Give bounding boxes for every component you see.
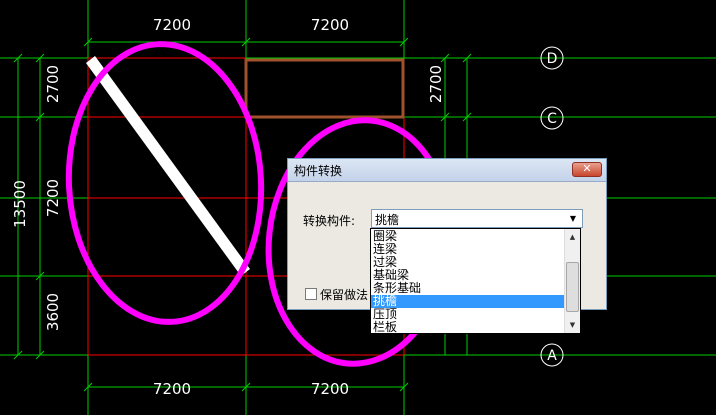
axis-label-c: C [547, 111, 557, 127]
dim-top-right: 7200 [311, 16, 349, 34]
convert-member-combobox[interactable]: 挑檐 ▼ [371, 209, 583, 228]
combobox-value: 挑檐 [375, 213, 400, 227]
axis-label-d: D [547, 51, 558, 67]
chevron-down-icon: ▼ [569, 321, 576, 329]
scroll-up-button[interactable]: ▲ [565, 230, 580, 244]
dim-right-top: 2700 [427, 65, 445, 103]
dim-left-total: 13500 [11, 180, 29, 228]
diagonal-member-highlight[interactable] [86, 56, 250, 276]
dim-left-middle: 7200 [44, 179, 62, 217]
dropdown-option[interactable]: 圈梁 [371, 230, 564, 243]
dropdown-options: 圈梁 连梁 过梁 基础梁 条形基础 挑檐 压顶 栏板 [371, 230, 564, 334]
axis-label-a: A [547, 348, 557, 364]
chevron-up-icon: ▲ [569, 233, 576, 241]
member-type-dropdown-list[interactable]: 圈梁 连梁 过梁 基础梁 条形基础 挑檐 压顶 栏板 ▲ ▼ [370, 228, 581, 334]
keep-method-checkbox[interactable] [305, 288, 317, 300]
cad-viewport[interactable]: D C A 7200 7200 7200 7200 2700 7200 3600… [0, 0, 716, 415]
dim-bottom-left: 7200 [153, 380, 191, 398]
dim-top-left: 7200 [153, 16, 191, 34]
dropdown-option[interactable]: 压顶 [371, 308, 564, 321]
close-icon: ✕ [582, 162, 592, 175]
dialog-title: 构件转换 [294, 164, 343, 178]
dropdown-scrollbar[interactable]: ▲ ▼ [564, 229, 580, 333]
dim-left-bottom: 3600 [44, 293, 62, 331]
convert-member-label: 转换构件: [303, 214, 356, 228]
chevron-down-icon[interactable]: ▼ [566, 211, 580, 226]
dialog-titlebar[interactable]: 构件转换 ✕ [288, 159, 606, 182]
dim-left-top: 2700 [44, 65, 62, 103]
dropdown-option[interactable]: 栏板 [371, 321, 564, 334]
close-button[interactable]: ✕ [572, 162, 602, 177]
annotation-ellipse-left [65, 41, 265, 325]
dropdown-option[interactable]: 条形基础 [371, 282, 564, 295]
keep-method-label[interactable]: 保留做法 [320, 286, 368, 303]
scroll-down-button[interactable]: ▼ [565, 318, 580, 332]
dropdown-option[interactable]: 挑檐 [371, 295, 564, 308]
selected-beam-rectangle[interactable] [244, 58, 405, 119]
dropdown-option[interactable]: 连梁 [371, 243, 564, 256]
dim-bottom-right: 7200 [311, 380, 349, 398]
scroll-thumb[interactable] [566, 262, 579, 312]
